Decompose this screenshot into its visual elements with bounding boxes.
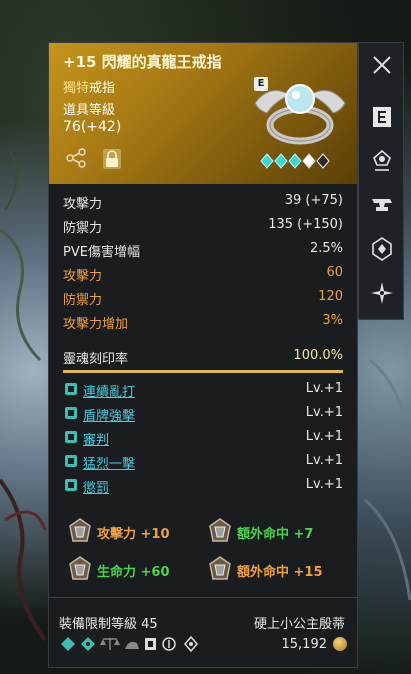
stat-value: 135 (+150): [268, 217, 343, 232]
scale-icon: [100, 638, 120, 650]
item-tooltip-panel: +15 閃耀的真龍王戒指 獨特戒指 E 道具等級 76(+42) 攻擊力 39 …: [48, 42, 358, 668]
skill-stone-icon: [373, 150, 391, 171]
bonus-stone-icon: [209, 556, 231, 580]
bonus-stat-row: 攻擊力 60: [49, 261, 357, 285]
soul-engrave-value: 100.0%: [293, 348, 343, 363]
bonus-stone-text: 攻擊力 +10: [97, 527, 170, 542]
anvil-button[interactable]: [368, 191, 396, 219]
skill-level: Lv.+1: [305, 405, 343, 420]
skill-row[interactable]: 懲罰 Lv.+1: [49, 473, 357, 497]
skill-level: Lv.+1: [305, 381, 343, 396]
stat-value: 3%: [322, 313, 343, 328]
item-header: +15 閃耀的真龍王戒指 獨特戒指 E 道具等級 76(+42): [49, 43, 357, 184]
ring-item-icon: [254, 84, 346, 145]
bonus-stat-row: 防禦力 120: [49, 285, 357, 309]
skill-level: Lv.+1: [305, 453, 343, 468]
compass-star-button[interactable]: [368, 279, 396, 307]
stat-row: 防禦力 135 (+150): [49, 213, 357, 237]
skill-name-link[interactable]: 盾牌強擊: [83, 405, 135, 424]
compass-star-icon: [371, 282, 393, 304]
star-diamond-icon: [184, 635, 198, 653]
bonus-stat-row: 攻擊力增加 3%: [49, 309, 357, 333]
footer-divider: [49, 597, 357, 598]
stat-value: 2.5%: [309, 241, 343, 256]
circle-info-icon: [162, 637, 176, 651]
soul-engrave-row: 靈魂刻印率 100.0%: [49, 345, 357, 367]
socket-gems: [260, 153, 330, 169]
close-icon: [373, 56, 391, 74]
stat-label: 防禦力: [63, 293, 103, 308]
skill-book-icon: [65, 455, 77, 467]
gold-coin-icon: [333, 637, 347, 651]
enchant-button[interactable]: [368, 103, 396, 131]
skill-row[interactable]: 猛烈一擊 Lv.+1: [49, 449, 357, 473]
share-icon[interactable]: [65, 147, 87, 169]
stat-value: 120: [318, 289, 343, 304]
skill-level: Lv.+1: [305, 477, 343, 492]
enchant-e-icon: [373, 107, 391, 127]
stat-value: 60: [326, 265, 343, 280]
anvil-icon: [372, 199, 392, 211]
item-flag-icons: [61, 635, 198, 653]
bonus-stone-icon: [69, 556, 91, 580]
stat-row: PVE傷害增幅 2.5%: [49, 237, 357, 261]
bonus-stone-icon: [209, 518, 231, 542]
sell-price: 15,192: [281, 637, 328, 652]
stats-list: 攻擊力 39 (+75) 防禦力 135 (+150) PVE傷害增幅 2.5%…: [49, 189, 357, 333]
lock-icon[interactable]: [101, 147, 123, 171]
soul-engrave-label: 靈魂刻印率: [63, 352, 129, 367]
stat-label: PVE傷害增幅: [63, 245, 140, 260]
hand-icon: [125, 641, 139, 649]
owner-name: 硬上小公主殷蒂: [253, 617, 345, 632]
item-title: +15 閃耀的真龍王戒指: [63, 53, 222, 71]
skill-name-link[interactable]: 懲罰: [83, 477, 109, 496]
skill-book-icon: [65, 383, 77, 395]
skill-row[interactable]: 審判 Lv.+1: [49, 425, 357, 449]
bound-icon: [81, 637, 95, 651]
book-icon: [145, 638, 156, 650]
skill-name-link[interactable]: 連續亂打: [83, 381, 135, 400]
item-rarity: 獨特: [63, 81, 90, 96]
bonus-stone-text: 額外命中 +7: [237, 527, 314, 542]
bonus-stone-icon: [69, 518, 91, 542]
skill-row[interactable]: 連續亂打 Lv.+1: [49, 377, 357, 401]
skill-level: Lv.+1: [305, 429, 343, 444]
stat-label: 攻擊力: [63, 269, 103, 284]
tradable-icon: [61, 637, 75, 651]
soul-crystal-icon: [372, 237, 392, 261]
skill-row[interactable]: 盾牌強擊 Lv.+1: [49, 401, 357, 425]
skill-stone-button[interactable]: [368, 147, 396, 175]
soul-crystal-button[interactable]: [368, 235, 396, 263]
bonus-stone-4[interactable]: 額外命中 +15: [207, 555, 347, 585]
stat-value: 39 (+75): [284, 193, 343, 208]
required-level: 裝備限制等級 45: [59, 617, 158, 632]
soul-engrave-bar: [63, 370, 343, 373]
skill-name-link[interactable]: 猛烈一擊: [83, 453, 135, 472]
item-level-value: 76(+42): [63, 119, 122, 135]
stat-row: 攻擊力 39 (+75): [49, 189, 357, 213]
skill-book-icon: [65, 479, 77, 491]
item-level-label: 道具等級: [63, 103, 116, 118]
stat-label: 攻擊力增加: [63, 317, 129, 332]
side-button-bar: [358, 42, 404, 320]
skill-name-link[interactable]: 審判: [83, 429, 109, 448]
skill-book-icon: [65, 407, 77, 419]
skill-list: 連續亂打 Lv.+1 盾牌強擊 Lv.+1 審判 Lv.+1 猛烈一擊 Lv.+…: [49, 377, 357, 497]
bonus-stone-text: 生命力 +60: [97, 565, 170, 580]
item-type-line: 獨特戒指: [63, 77, 115, 96]
stat-label: 防禦力: [63, 221, 103, 236]
item-type: 戒指: [89, 81, 116, 96]
bonus-stone-text: 額外命中 +15: [237, 565, 323, 580]
bonus-stone-2[interactable]: 額外命中 +7: [207, 517, 347, 547]
close-button[interactable]: [368, 51, 396, 79]
skill-book-icon: [65, 431, 77, 443]
stat-label: 攻擊力: [63, 197, 103, 212]
bonus-stone-3[interactable]: 生命力 +60: [67, 555, 207, 585]
bonus-stone-1[interactable]: 攻擊力 +10: [67, 517, 207, 547]
